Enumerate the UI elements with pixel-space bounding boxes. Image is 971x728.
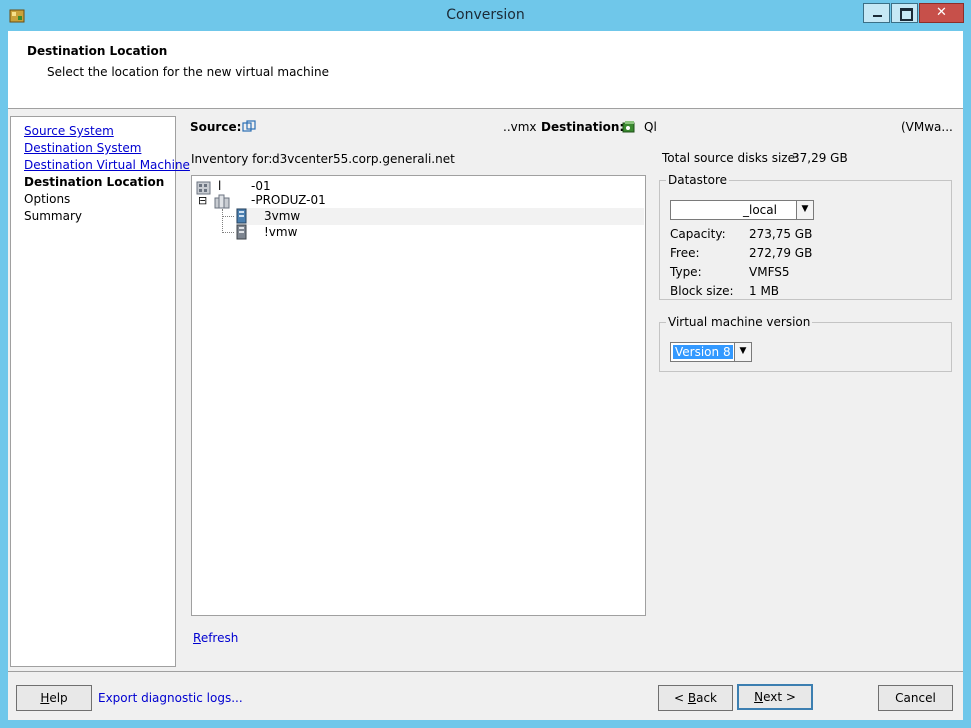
destination-vm-icon	[621, 119, 637, 138]
tree-node-label: 3vmw	[264, 209, 301, 223]
datastore-group: Datastore _local ▼ Capacity: 273,75 GB F…	[659, 173, 952, 300]
nav-item-options: Options	[24, 192, 71, 206]
datastore-selected: _local	[743, 203, 777, 217]
vm-version-legend: Virtual machine version	[666, 315, 813, 329]
minimize-button[interactable]	[863, 3, 890, 23]
page-subtitle: Select the location for the new virtual …	[47, 65, 329, 79]
disks-size-value: 37,29 GB	[792, 151, 848, 165]
destination-value: Ql	[644, 120, 657, 134]
datastore-combo[interactable]: _local ▼	[670, 200, 814, 220]
destination-label: Destination:	[541, 120, 625, 134]
block-size-label: Block size:	[670, 284, 734, 298]
minimize-icon	[873, 15, 882, 17]
close-icon: ✕	[936, 5, 947, 20]
nav-item-destination-system[interactable]: Destination System	[24, 140, 175, 157]
inventory-server: d3vcenter55.corp.generali.net	[272, 152, 455, 166]
vm-version-group: Virtual machine version Version 8 ▼	[659, 315, 952, 372]
back-button[interactable]: < Back	[658, 685, 733, 711]
type-label: Type:	[670, 265, 702, 279]
export-diagnostic-logs-link[interactable]: Export diagnostic logs...	[98, 691, 243, 705]
expand-collapse-icon[interactable]: ⊟	[198, 195, 209, 206]
tree-node-host-selected[interactable]: 3vmw	[236, 208, 644, 225]
title-bar[interactable]: Conversion ✕	[0, 0, 971, 31]
page-title: Destination Location	[27, 44, 168, 58]
help-button[interactable]: Help	[16, 685, 92, 711]
source-value: ..vmx	[503, 120, 537, 134]
page-header: Destination Location Select the location…	[8, 31, 963, 109]
capacity-value: 273,75 GB	[749, 227, 813, 241]
tree-node-label: l	[218, 179, 222, 193]
next-button[interactable]: Next >	[737, 684, 813, 710]
nav-item-destination-virtual-machine[interactable]: Destination Virtual Machine	[24, 157, 190, 174]
wizard-nav: Source System Destination System Destina…	[10, 116, 190, 667]
disks-size-label: Total source disks size:	[662, 151, 800, 165]
vm-version-selected: Version 8	[673, 345, 733, 359]
type-value: VMFS5	[749, 265, 790, 279]
footer-divider	[8, 671, 963, 672]
host-icon	[236, 224, 248, 243]
tree-connector	[222, 232, 234, 234]
free-value: 272,79 GB	[749, 246, 813, 260]
vm-version-combo[interactable]: Version 8 ▼	[670, 342, 752, 362]
source-label: Source:	[190, 120, 242, 134]
tree-node-label: -PRODUZ-01	[251, 193, 326, 207]
tree-node-cluster[interactable]: -PRODUZ-01	[214, 193, 634, 209]
cancel-button[interactable]: Cancel	[878, 685, 953, 711]
inventory-label: Inventory for:	[191, 152, 273, 166]
tree-node-host[interactable]: !vmw	[236, 224, 636, 241]
chevron-down-icon: ▼	[734, 343, 751, 361]
datastore-legend: Datastore	[666, 173, 730, 187]
nav-item-destination-location: Destination Location	[24, 175, 165, 189]
destination-type: (VMwa...	[901, 120, 953, 134]
chevron-down-icon: ▼	[796, 201, 813, 219]
maximize-icon	[900, 8, 913, 21]
block-size-value: 1 MB	[749, 284, 780, 298]
window-title: Conversion	[446, 7, 525, 23]
dialog-client: Destination Location Select the location…	[8, 31, 963, 720]
tree-node-label: !vmw	[264, 225, 298, 239]
source-machine-icon	[242, 120, 256, 137]
close-button[interactable]: ✕	[919, 3, 964, 23]
refresh-link[interactable]: Refresh	[193, 631, 238, 645]
inventory-tree[interactable]: l -01 ⊟ -PRODUZ-01 3vmw !vmw	[191, 175, 646, 616]
maximize-button[interactable]	[891, 3, 918, 23]
free-label: Free:	[670, 246, 700, 260]
tree-connector	[222, 209, 224, 231]
nav-item-source-system[interactable]: Source System	[24, 123, 175, 140]
capacity-label: Capacity:	[670, 227, 726, 241]
tree-node-label-suffix: -01	[251, 179, 271, 193]
nav-item-summary: Summary	[24, 209, 82, 223]
tree-connector	[222, 216, 234, 218]
